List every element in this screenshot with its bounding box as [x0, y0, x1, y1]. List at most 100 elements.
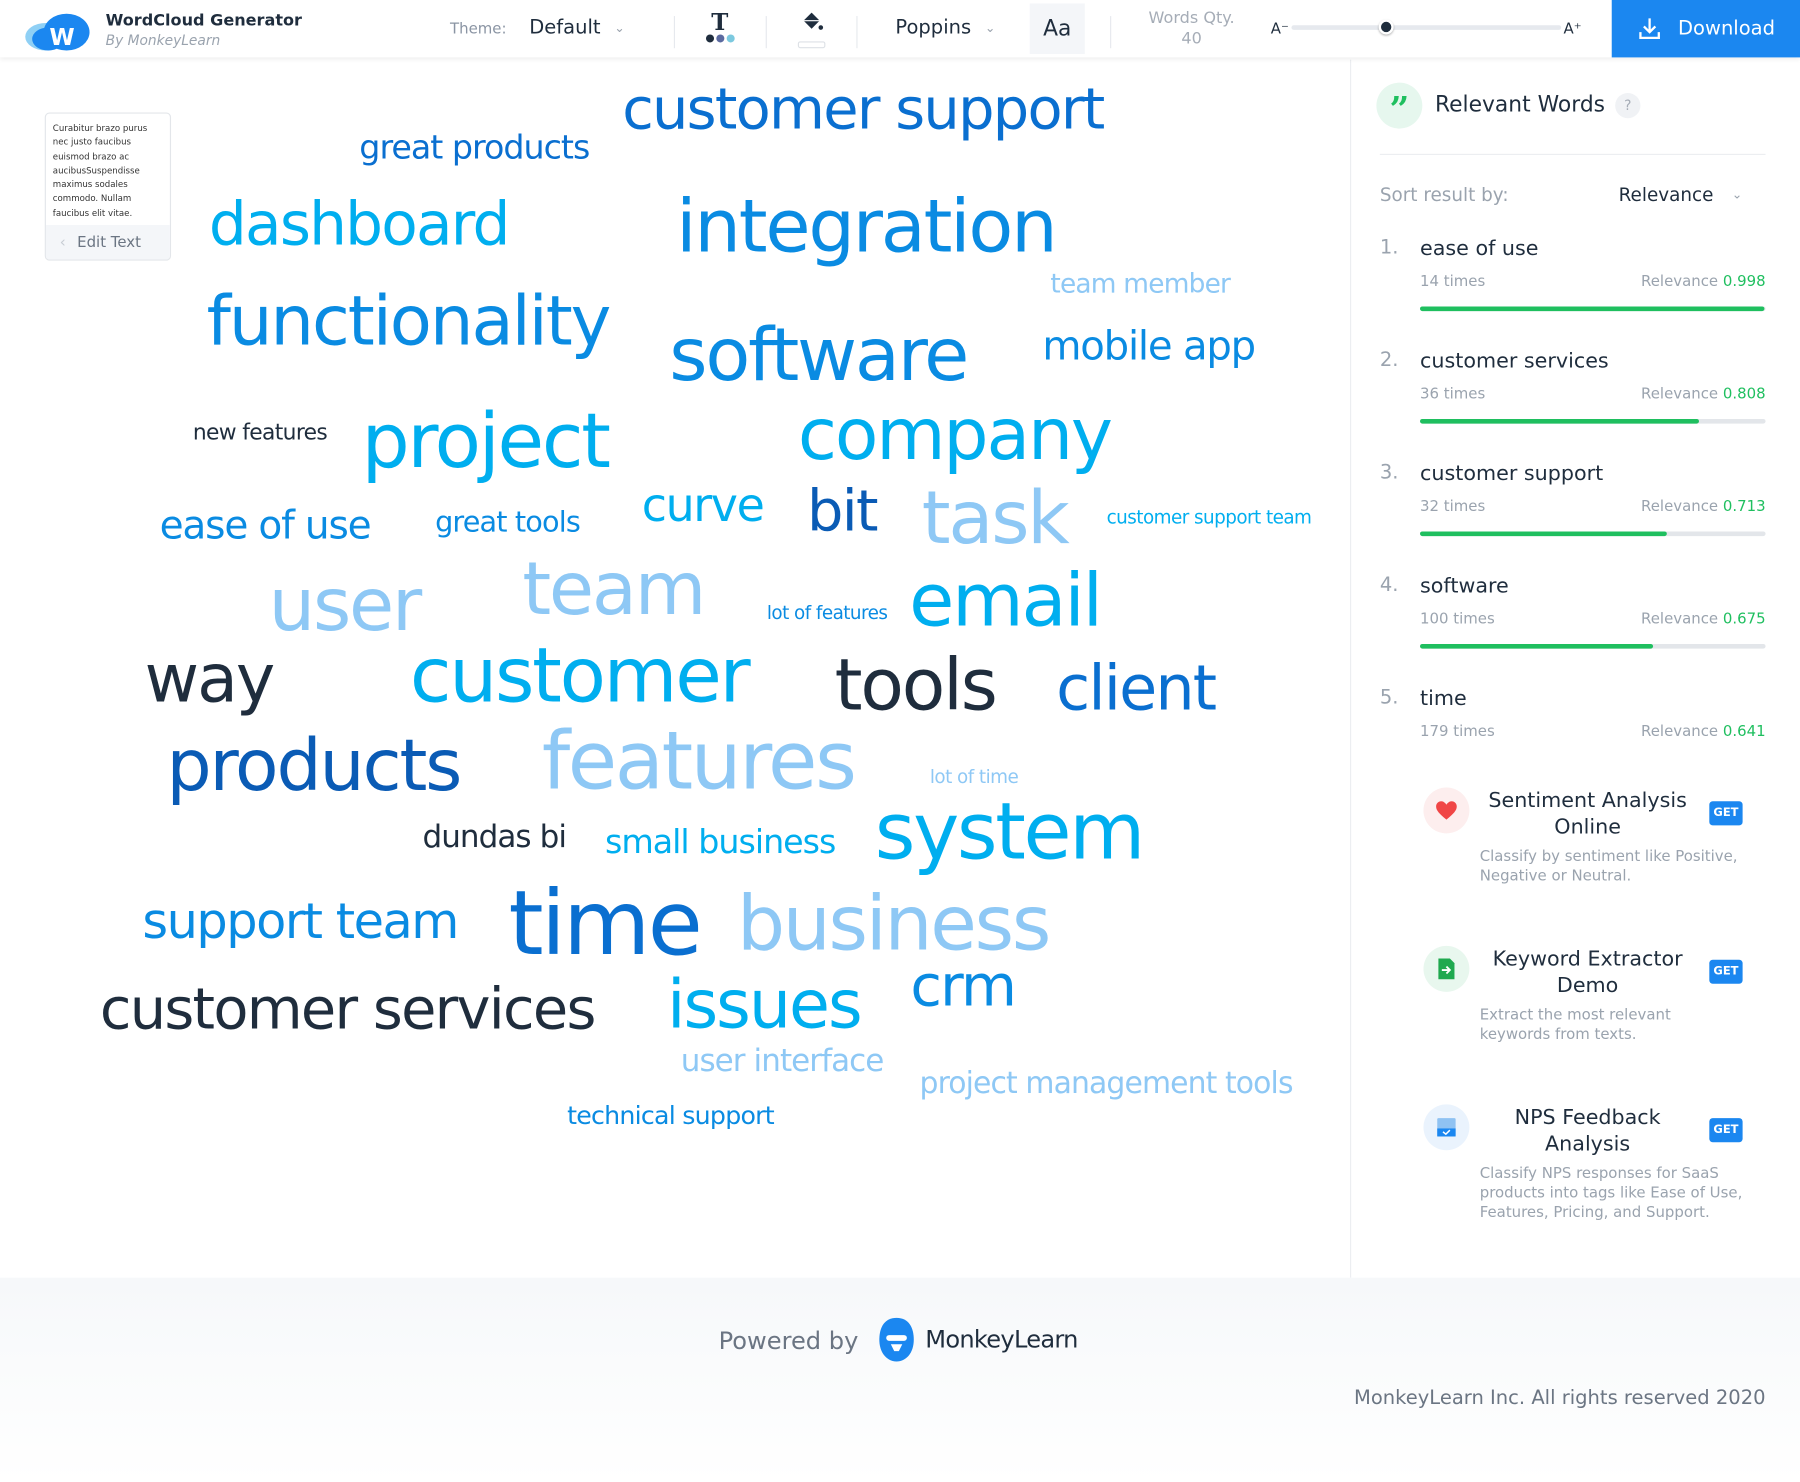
word: customer services [1420, 348, 1609, 374]
get-button[interactable]: GET [1709, 801, 1743, 826]
cloud-word[interactable]: bit [807, 482, 878, 539]
cloud-word[interactable]: technical support [567, 1104, 775, 1129]
powered-by-label: Powered by [718, 1327, 859, 1355]
cloud-word[interactable]: email [909, 565, 1103, 638]
chevron-down-icon: ⌄ [1731, 187, 1743, 203]
relevance-bar-fill [1420, 419, 1700, 424]
text-preview-card[interactable]: Curabitur brazo purus nec justo faucibus… [44, 112, 172, 261]
cloud-word[interactable]: integration [676, 191, 1058, 264]
cloud-word[interactable]: software [669, 319, 969, 392]
relevance-bar [1420, 419, 1766, 424]
size-slider[interactable] [1291, 19, 1562, 35]
cloud-word[interactable]: way [145, 645, 276, 712]
size-max-label: A⁺ [1563, 20, 1582, 38]
cloud-word[interactable]: curve [642, 483, 765, 529]
cloud-word[interactable]: business [737, 886, 1051, 962]
font-case-button[interactable]: Aa [1029, 3, 1085, 54]
chevron-down-icon: ⌄ [984, 20, 996, 36]
cloud-word[interactable]: support team [142, 897, 459, 947]
cloud-word[interactable]: customer [410, 638, 751, 714]
cloud-word[interactable]: tools [835, 649, 998, 721]
cloud-word[interactable]: lot of time [930, 767, 1019, 786]
occurrences: 179 times [1420, 723, 1495, 741]
download-icon [1638, 18, 1660, 40]
rank: 4. [1379, 573, 1399, 597]
sort-select[interactable]: Relevance ⌄ [1619, 184, 1743, 206]
cloud-word[interactable]: team [522, 553, 706, 626]
rank: 5. [1379, 686, 1399, 710]
cloud-word[interactable]: project management tools [920, 1069, 1294, 1099]
chevron-left-icon: ‹ [59, 233, 66, 251]
slider-handle[interactable] [1378, 19, 1394, 35]
relevance-label: Relevance [1641, 610, 1719, 628]
relevance-bar-fill [1420, 644, 1654, 649]
color-dot [715, 34, 724, 43]
word: time [1420, 686, 1467, 711]
color-dot [726, 34, 735, 43]
cloud-word[interactable]: products [166, 730, 462, 801]
cloud-word[interactable]: features [542, 721, 857, 801]
chevron-down-icon: ⌄ [614, 20, 625, 36]
cloud-word[interactable]: small business [605, 825, 836, 858]
cloud-word[interactable]: customer support [622, 80, 1105, 137]
get-button[interactable]: GET [1709, 959, 1743, 984]
cloud-word[interactable]: client [1056, 657, 1217, 720]
relevance-value: 0.808 [1722, 385, 1766, 403]
font-select[interactable]: Poppins ⌄ [895, 16, 995, 39]
occurrences: 14 times [1420, 273, 1486, 291]
word: customer support [1420, 461, 1604, 486]
help-icon[interactable]: ? [1615, 92, 1641, 119]
relevance-value: 0.675 [1722, 610, 1766, 628]
monkeylearn-logo-icon [878, 1317, 915, 1368]
divider [1110, 16, 1112, 49]
cloud-word[interactable]: great tools [435, 507, 581, 536]
card-description: Classify NPS responses for SaaS products… [1479, 1165, 1743, 1222]
color-dot [705, 34, 714, 43]
text-preview: Curabitur brazo purus nec justo faucibus… [52, 122, 148, 218]
cloud-word[interactable]: dashboard [209, 195, 510, 255]
theme-value: Default [529, 16, 601, 40]
cloud-word[interactable]: system [875, 794, 1146, 872]
relevance: Relevance 0.808 [1641, 386, 1766, 403]
app-subtitle: By MonkeyLearn [105, 32, 221, 49]
cloud-word[interactable]: issues [667, 971, 863, 1038]
cloud-word[interactable]: crm [910, 957, 1017, 1014]
cloud-word[interactable]: dundas bi [422, 822, 566, 853]
cloud-word[interactable]: great products [359, 130, 590, 164]
cloud-word[interactable]: lot of features [767, 603, 888, 622]
footer-brand[interactable]: MonkeyLearn [925, 1326, 1078, 1354]
relevance-label: Relevance [1641, 723, 1719, 741]
theme-select[interactable]: Default ⌄ [529, 16, 625, 39]
cloud-word[interactable]: new features [193, 422, 328, 444]
cloud-word[interactable]: user [269, 569, 423, 642]
card-description: Classify by sentiment like Positive, Neg… [1479, 848, 1738, 886]
relevance-value: 0.641 [1722, 723, 1766, 741]
cloud-word[interactable]: functionality [207, 287, 612, 356]
cloud-word[interactable]: customer support team [1107, 508, 1312, 527]
relevance: Relevance 0.675 [1641, 611, 1766, 628]
heart-icon [1423, 787, 1470, 834]
relevance-bar [1420, 531, 1766, 537]
cloud-word[interactable]: project [362, 404, 611, 480]
download-label: Download [1678, 17, 1776, 41]
download-button[interactable]: Download [1611, 0, 1800, 58]
cloud-word[interactable]: task [922, 482, 1070, 555]
cloud-word[interactable]: user interface [681, 1046, 885, 1077]
relevance: Relevance 0.641 [1641, 723, 1766, 740]
cloud-word[interactable]: team member [1050, 271, 1231, 298]
occurrences: 36 times [1420, 385, 1486, 403]
text-icon: T [711, 8, 729, 36]
card-title: Keyword Extractor Demo [1492, 947, 1683, 998]
cloud-word[interactable]: company [798, 399, 1113, 470]
background-color-button[interactable] [796, 9, 828, 49]
document-arrow-icon [1423, 945, 1470, 992]
cloud-word[interactable]: customer services [100, 980, 596, 1037]
cloud-word[interactable]: time [509, 879, 703, 969]
get-button[interactable]: GET [1709, 1118, 1743, 1143]
cloud-word[interactable]: mobile app [1042, 327, 1256, 367]
words-qty: Words Qty. 40 [1136, 8, 1246, 49]
relevance-bar [1420, 644, 1766, 649]
text-color-button[interactable]: T [701, 9, 738, 50]
edit-text-button[interactable]: ‹ Edit Text [45, 225, 170, 260]
cloud-word[interactable]: ease of use [160, 506, 372, 545]
